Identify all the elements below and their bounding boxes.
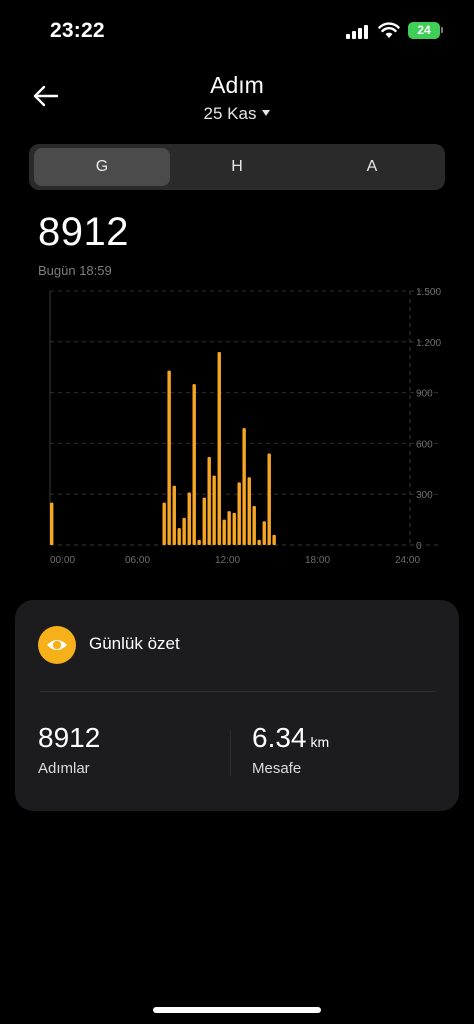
chart-bar bbox=[267, 453, 271, 545]
wifi-icon bbox=[378, 22, 400, 38]
chart-bar bbox=[162, 502, 166, 545]
chart-bar bbox=[222, 519, 226, 545]
cellular-signal-icon bbox=[346, 25, 370, 39]
y-tick-label: 600 bbox=[416, 439, 433, 450]
distance-unit: km bbox=[310, 734, 330, 750]
chart-bar bbox=[232, 512, 236, 545]
chart-bar bbox=[192, 384, 196, 545]
y-tick-label: 0 bbox=[416, 541, 422, 552]
distance-stat: 6.34 km bbox=[252, 722, 329, 754]
chart-bar bbox=[272, 534, 276, 545]
daily-summary-card[interactable]: Günlük özet 8912 Adımlar 6.34 km Mesafe bbox=[15, 600, 459, 811]
x-tick-label: 24:00 bbox=[395, 555, 420, 566]
chart-bar bbox=[197, 539, 201, 545]
chart-bar bbox=[247, 477, 251, 545]
chart-bar bbox=[252, 506, 256, 545]
chart-bar bbox=[207, 456, 211, 545]
chart-bar bbox=[202, 497, 206, 545]
card-title: Günlük özet bbox=[89, 634, 180, 653]
card-divider bbox=[40, 691, 436, 692]
home-indicator bbox=[153, 1007, 321, 1013]
chart-bar bbox=[227, 511, 231, 545]
x-tick-label: 12:00 bbox=[215, 555, 240, 566]
tab-week[interactable]: H bbox=[169, 148, 305, 186]
y-tick-label: 1.200 bbox=[416, 338, 441, 349]
x-tick-label: 06:00 bbox=[125, 555, 150, 566]
chart-bar bbox=[237, 482, 241, 545]
steps-value: 8912 bbox=[38, 722, 101, 753]
period-tabs: G H A bbox=[29, 144, 445, 190]
chart-bar bbox=[187, 492, 191, 545]
eye-icon bbox=[38, 626, 76, 664]
battery-cap bbox=[441, 27, 443, 33]
status-bar: 23:22 24 bbox=[0, 0, 474, 60]
date-label: 25 Kas bbox=[203, 104, 257, 123]
chart-bar bbox=[172, 485, 176, 545]
steps-label: Adımlar bbox=[38, 760, 90, 777]
total-steps: 8912 bbox=[38, 210, 129, 254]
x-tick-label: 00:00 bbox=[50, 555, 75, 566]
distance-value: 6.34 bbox=[252, 722, 307, 753]
tab-month[interactable]: A bbox=[304, 148, 440, 186]
y-tick-label: 900 bbox=[416, 389, 433, 400]
chart-bar bbox=[182, 517, 186, 545]
y-tick-label: 1.500 bbox=[416, 287, 441, 298]
status-time: 23:22 bbox=[50, 19, 105, 42]
chart-bar bbox=[257, 539, 261, 545]
chart-bar bbox=[167, 370, 171, 545]
chart-bar bbox=[50, 502, 54, 545]
page-title: Adım bbox=[210, 72, 264, 98]
last-updated: Bugün 18:59 bbox=[38, 263, 112, 278]
stat-divider bbox=[230, 730, 231, 776]
chart-bar bbox=[262, 521, 266, 545]
tab-day[interactable]: G bbox=[34, 148, 170, 186]
chart-bar bbox=[212, 475, 216, 545]
chart-bar bbox=[177, 528, 181, 545]
chart-bar bbox=[217, 351, 221, 545]
y-tick-label: 300 bbox=[416, 490, 433, 501]
distance-label: Mesafe bbox=[252, 760, 302, 777]
date-selector[interactable]: 25 Kas bbox=[0, 104, 474, 124]
caret-down-icon bbox=[262, 110, 271, 116]
chart-bar bbox=[242, 428, 246, 545]
steps-chart: 0 300 600 900 1.200 1.500 00:00 06:00 12:00 18:00… bbox=[49, 287, 441, 566]
battery-icon: 24 bbox=[408, 22, 440, 39]
x-tick-label: 18:00 bbox=[305, 555, 330, 566]
